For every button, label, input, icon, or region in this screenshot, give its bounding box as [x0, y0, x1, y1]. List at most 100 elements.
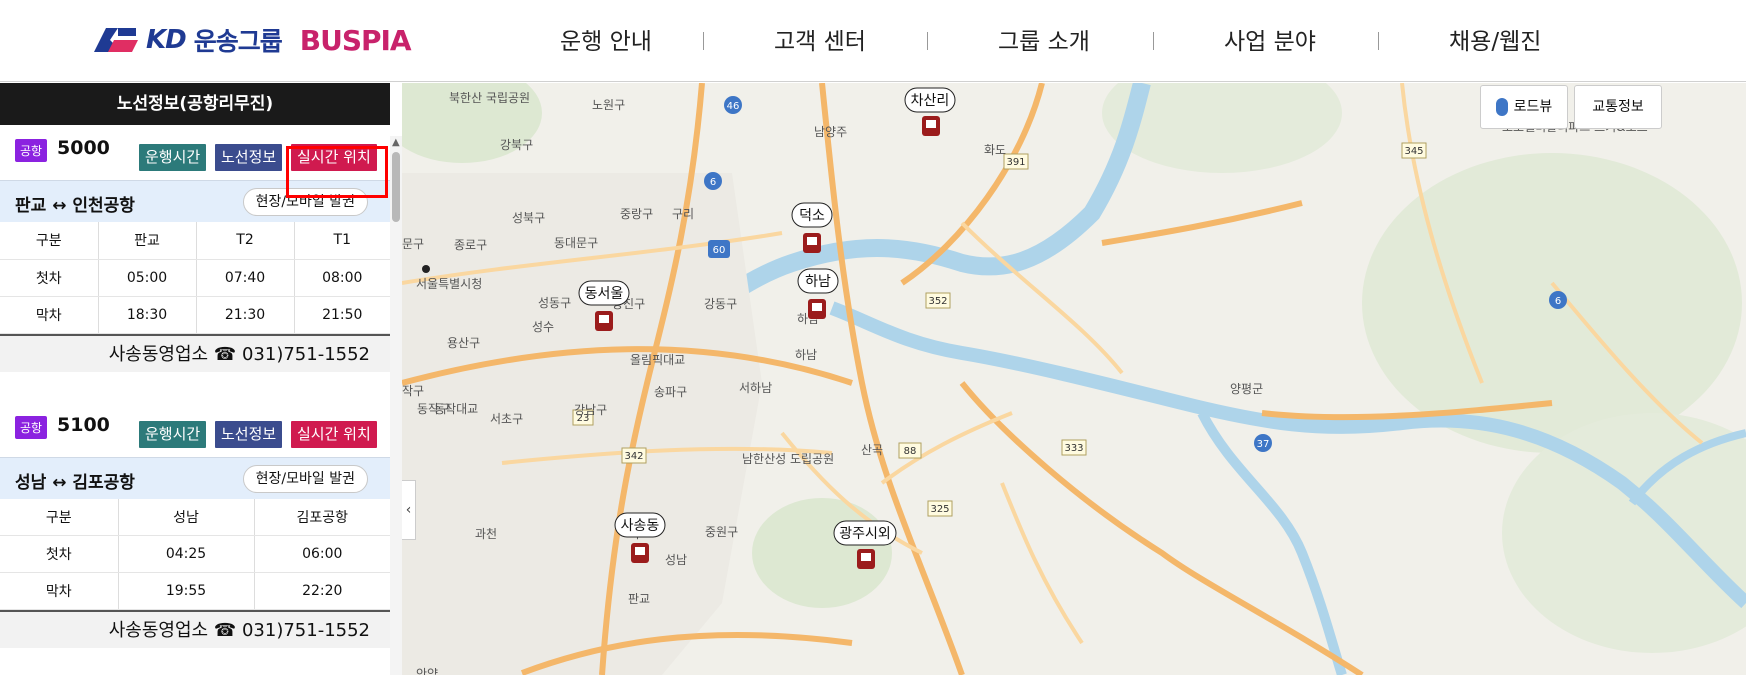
map-label: 강북구	[500, 138, 533, 152]
stop-label: 덕소	[799, 208, 825, 224]
route-name: 성남 ↔ 김포공항	[15, 472, 135, 493]
map-label: 종로구	[454, 238, 487, 252]
table-header-cell: 구분	[0, 222, 99, 260]
map-label: 북한산 국립공원	[449, 91, 530, 105]
table-header-cell: 구분	[0, 498, 119, 536]
map-label: 중랑구	[620, 207, 653, 221]
traffic-info-button[interactable]: 교통정보	[1574, 85, 1662, 129]
nav-group-intro[interactable]: 그룹 소개	[998, 22, 1090, 56]
highlight-box	[286, 146, 388, 198]
logo-kd-text: KD	[146, 25, 187, 55]
map-label: 강남구	[574, 403, 607, 417]
nav-business[interactable]: 사업 분야	[1224, 22, 1316, 56]
buspia-logo[interactable]: BUSPIA	[300, 24, 412, 57]
route-shield: 88	[904, 446, 917, 457]
stop-label: 광주시외	[839, 526, 891, 542]
stop-label: 하남	[805, 274, 831, 290]
realtime-location-button[interactable]: 실시간 위치	[291, 420, 377, 448]
map-view[interactable]: 46 6 60 391 352 345 333 88 37 325 342 23…	[402, 83, 1746, 675]
map-label: 작구	[402, 384, 424, 398]
map-label: 과천	[475, 526, 497, 541]
map-label: 산곡	[861, 443, 883, 457]
map-label: 성수	[532, 320, 554, 334]
route-shield: 342	[624, 451, 643, 462]
table-row: 막차 19:55 22:20	[0, 572, 390, 610]
table-header-cell: 김포공항	[254, 498, 390, 536]
site-header: KD 운송그룹 BUSPIA 운행 안내 고객 센터 그룹 소개 사업 분야 채…	[0, 0, 1746, 82]
office-contact: 사송동영업소 ☎ 031)751-1552	[0, 610, 390, 648]
map-label: 구리	[672, 207, 694, 221]
map-label: 양평군	[1230, 382, 1263, 396]
stop-label: 차산리	[911, 93, 950, 109]
map-label: 동대문구	[554, 236, 598, 250]
map-label: 중원구	[705, 525, 738, 539]
table-header-row: 구분 성남 김포공항	[0, 498, 390, 536]
operation-time-button[interactable]: 운행시간	[139, 144, 207, 171]
logo-group-text: 운송그룹	[193, 27, 283, 56]
route-shield: 60	[713, 245, 726, 256]
route-header-5100: 공항 5100 운행시간 노선정보 실시간 위치	[0, 402, 390, 457]
table-cell: 막차	[0, 296, 99, 334]
route-shield: 46	[727, 101, 740, 112]
route-shield: 345	[1404, 146, 1423, 157]
ticket-issue-button[interactable]: 현장/모바일 발권	[242, 464, 368, 493]
nav-divider	[703, 32, 704, 50]
table-header-cell: 판교	[98, 222, 197, 260]
map-label: 서하남	[739, 381, 772, 395]
map-label: 용산구	[447, 336, 480, 350]
map-label: 남양주	[814, 125, 847, 139]
nav-operation[interactable]: 운행 안내	[560, 22, 652, 56]
route-shield: 37	[1257, 439, 1270, 450]
table-cell: 06:00	[254, 535, 390, 573]
roadview-icon	[1495, 98, 1508, 116]
map-label: 성북구	[512, 211, 545, 225]
nav-customer-center[interactable]: 고객 센터	[774, 22, 866, 56]
nav-divider	[1153, 32, 1154, 50]
main-nav: 운행 안내 고객 센터 그룹 소개 사업 분야 채용/웹진	[560, 22, 1746, 58]
map-label: 하남	[795, 348, 817, 362]
map-label: 송파구	[654, 385, 687, 399]
route-line-bar: 성남 ↔ 김포공항 현장/모바일 발권	[0, 456, 390, 499]
table-cell: 05:00	[98, 259, 197, 297]
map-label: 남한산성 도립공원	[742, 452, 834, 466]
table-cell: 22:20	[254, 572, 390, 610]
map-label: 성동구	[538, 296, 571, 310]
route-shield: 6	[1555, 296, 1561, 307]
collapse-sidebar-button[interactable]: ‹	[402, 480, 416, 540]
map-label: 노원구	[592, 98, 625, 112]
table-cell: 18:30	[98, 296, 197, 334]
scroll-up-arrow-icon[interactable]: ▲	[392, 137, 400, 148]
table-header-cell: T2	[196, 222, 295, 260]
kd-logo-mark	[92, 26, 140, 54]
table-cell: 07:40	[196, 259, 295, 297]
table-header-row: 구분 판교 T2 T1	[0, 222, 390, 260]
map-label: 화도	[984, 143, 1006, 157]
route-shield: 352	[928, 296, 947, 307]
map-label: 문구	[402, 237, 424, 251]
nav-divider	[927, 32, 928, 50]
map-label: 안양	[416, 667, 438, 675]
map-label: 올림픽대교	[630, 353, 685, 367]
route-info-button[interactable]: 노선정보	[215, 144, 283, 171]
table-cell: 08:00	[294, 259, 390, 297]
scrollbar-thumb[interactable]	[392, 152, 400, 222]
nav-recruit[interactable]: 채용/웹진	[1449, 22, 1541, 56]
table-row: 막차 18:30 21:30 21:50	[0, 296, 390, 334]
table-cell: 첫차	[0, 259, 99, 297]
map-label: 판교	[628, 592, 650, 606]
kd-logo[interactable]: KD 운송그룹 BUSPIA	[92, 20, 412, 60]
map-label: 성남	[665, 553, 687, 567]
route-shield: 333	[1064, 443, 1083, 454]
route-shield: 391	[1006, 157, 1025, 168]
table-header-cell: T1	[294, 222, 390, 260]
route-number: 5100	[57, 413, 110, 436]
route-info-button[interactable]: 노선정보	[215, 420, 283, 448]
route-shield: 325	[930, 504, 949, 515]
roadview-button[interactable]: 로드뷰	[1480, 85, 1568, 129]
office-contact: 사송동영업소 ☎ 031)751-1552	[0, 333, 390, 372]
operation-time-button[interactable]: 운행시간	[139, 420, 207, 448]
table-cell: 막차	[0, 572, 119, 610]
map-label-city-hall: 서울특별시청	[416, 277, 482, 291]
airport-tag: 공항	[15, 139, 48, 162]
map-label: 서초구	[490, 412, 523, 426]
